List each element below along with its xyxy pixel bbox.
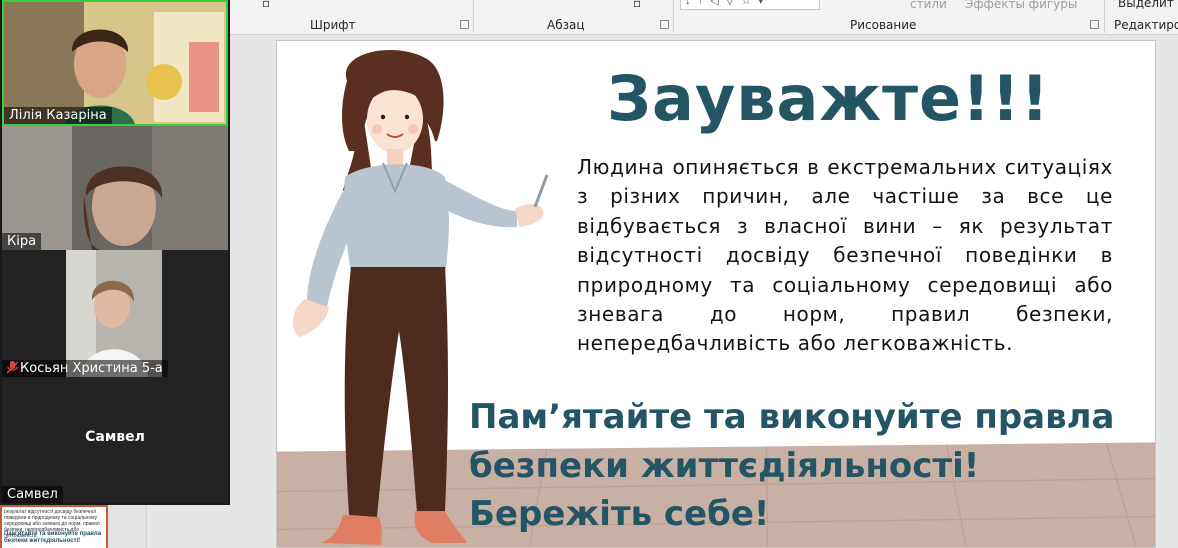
participant-video-image xyxy=(66,250,162,377)
ribbon-separator xyxy=(1104,0,1105,33)
ribbon-separator xyxy=(473,0,474,33)
participant-name: Самвел xyxy=(2,486,63,503)
participant-name: Лілія Казаріна xyxy=(4,107,112,124)
video-participants-panel: Лілія Казаріна Кіра Косьян Христина 5-а … xyxy=(0,0,230,505)
shapes-gallery[interactable]: ↓ ↑ ◁ ▽ ☆ ▾ xyxy=(680,0,820,10)
muted-microphone-icon xyxy=(7,361,18,374)
callout-line: безпеки життєдіяльності! xyxy=(469,445,980,486)
participant-tile[interactable]: Кіра xyxy=(2,126,228,250)
ribbon-group-editing: Редактирова xyxy=(1114,18,1178,32)
slide-title[interactable]: Зауважте!!! xyxy=(607,61,1049,137)
participant-display-name: Самвел xyxy=(85,429,145,445)
drawing-dialog-launcher-icon[interactable] xyxy=(1090,20,1099,29)
ribbon-group-paragraph: Абзац xyxy=(547,18,585,32)
participant-tile-active-speaker[interactable]: Лілія Казаріна xyxy=(2,0,228,126)
ribbon-styles-button[interactable]: стили xyxy=(910,0,947,11)
participant-name-text: Косьян Христина 5-а xyxy=(20,361,163,376)
participant-tile-video-off[interactable]: Самвел Самвел xyxy=(2,377,228,503)
ribbon-small-icon[interactable]: ▫ xyxy=(633,0,641,10)
ribbon-shape-effects-button[interactable]: Эффекты фигуры xyxy=(965,0,1077,11)
ribbon-separator xyxy=(673,0,674,33)
participant-name: Косьян Христина 5-а xyxy=(2,360,168,377)
ribbon-small-icon[interactable]: ▫ xyxy=(262,0,270,10)
callout-line: Пам’ятайте та виконуйте правла xyxy=(469,397,1115,437)
participant-name: Кіра xyxy=(2,233,42,250)
ribbon-group-font: Шрифт xyxy=(310,18,356,32)
paragraph-dialog-launcher-icon[interactable] xyxy=(660,20,669,29)
ribbon-group-drawing: Рисование xyxy=(850,18,917,32)
thumbnail-callout-text: Пам’ятайте та виконуйте правла безпеки ж… xyxy=(4,531,102,544)
font-dialog-launcher-icon[interactable] xyxy=(460,20,469,29)
participant-video xyxy=(66,250,162,377)
select-button[interactable]: Выделит xyxy=(1118,0,1174,10)
slide-canvas[interactable]: Зауважте!!! Людина опиняється в екстрема… xyxy=(276,40,1156,548)
callout-line: Бережіть себе! xyxy=(469,494,770,534)
slide-body-text[interactable]: Людина опиняється в екстремальних ситуац… xyxy=(577,153,1113,359)
slide-callout[interactable]: Пам’ятайте та виконуйте правла безпеки ж… xyxy=(469,393,1155,539)
slide-thumbnail[interactable]: результат відсутності досвіду безпечної … xyxy=(0,505,108,548)
participant-video xyxy=(2,126,228,250)
participant-tile[interactable]: Косьян Христина 5-а xyxy=(2,250,228,377)
